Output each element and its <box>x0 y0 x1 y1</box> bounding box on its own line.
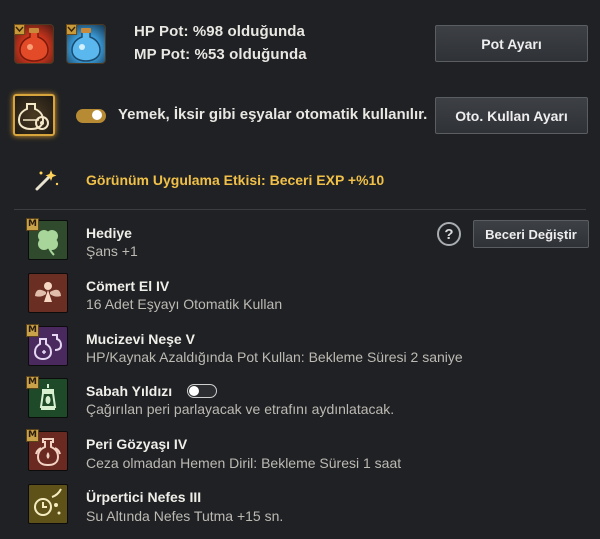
skill-desc: 16 Adet Eşyayı Otomatik Kullan <box>86 296 283 312</box>
skill-desc: Su Altında Nefes Tutma +15 sn. <box>86 508 284 524</box>
skill-name: Mucizevi Neşe V <box>86 331 195 347</box>
mastery-badge: M <box>26 218 39 231</box>
mp-pot-threshold-text: MP Pot: %53 olduğunda <box>134 46 307 63</box>
pot-settings-button[interactable]: Pot Ayarı <box>435 25 588 62</box>
badge-icon <box>66 24 77 35</box>
revive-flask-icon: M <box>26 429 68 471</box>
clover-icon: M <box>26 218 68 260</box>
mastery-badge: M <box>26 324 39 337</box>
skill-name: Sabah Yıldızı <box>86 383 173 399</box>
skill-desc: Şans +1 <box>86 243 138 259</box>
help-icon[interactable]: ? <box>437 222 461 246</box>
morning-star-toggle[interactable] <box>187 384 217 398</box>
skill-name: Cömert El IV <box>86 278 170 294</box>
auto-use-potion-gear-icon[interactable] <box>13 94 55 136</box>
fairy-icon <box>28 273 68 313</box>
auto-use-toggle[interactable] <box>76 109 106 123</box>
skill-desc: Ceza olmadan Hemen Diril: Bekleme Süresi… <box>86 455 402 471</box>
auto-use-text: Yemek, İksir gibi eşyalar otomatik kulla… <box>118 106 428 123</box>
skill-name: Ürpertici Nefes III <box>86 489 202 505</box>
bubble-breath-icon <box>28 484 68 524</box>
appearance-effect-text: Görünüm Uygulama Etkisi: Beceri EXP +%10 <box>86 172 385 188</box>
magic-wand-icon <box>33 167 61 193</box>
skill-name: Peri Gözyaşı IV <box>86 436 188 452</box>
skill-desc: Çağırılan peri parlayacak ve etrafını ay… <box>86 401 395 417</box>
skill-desc: HP/Kaynak Azaldığında Pot Kullan: Beklem… <box>86 349 463 365</box>
potion-bottles-icon: M <box>26 324 68 366</box>
section-divider <box>14 209 586 210</box>
mastery-badge: M <box>26 376 39 389</box>
toggle-knob <box>92 110 102 120</box>
change-skill-button[interactable]: Beceri Değiştir <box>473 220 589 248</box>
lantern-icon: M <box>26 376 68 418</box>
mastery-badge: M <box>26 429 39 442</box>
badge-icon <box>14 24 25 35</box>
hp-potion-icon <box>14 24 54 64</box>
auto-use-settings-button[interactable]: Oto. Kullan Ayarı <box>435 97 588 134</box>
skill-name: Hediye <box>86 225 132 241</box>
toggle-knob <box>189 386 199 396</box>
hp-pot-threshold-text: HP Pot: %98 olduğunda <box>134 23 305 40</box>
mp-potion-icon <box>66 24 106 64</box>
